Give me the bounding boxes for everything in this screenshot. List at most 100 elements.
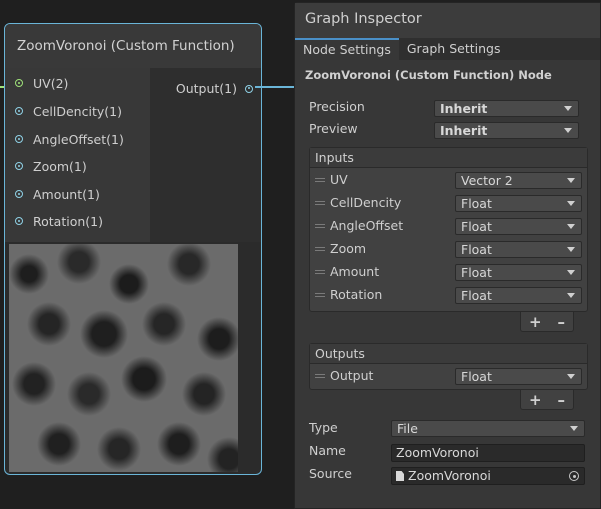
dropdown-arrow-icon [567, 201, 575, 206]
inputs-list: Inputs UV Vector 2 CellDencity Float Ang… [309, 147, 588, 312]
port-label: Amount(1) [33, 186, 100, 202]
input-port-zoom[interactable]: Zoom(1) [15, 156, 87, 176]
custom-function-node[interactable]: ZoomVoronoi (Custom Function) UV(2) Cell… [4, 23, 262, 475]
node-title[interactable]: ZoomVoronoi (Custom Function) [5, 24, 261, 69]
input-type-value: Vector 2 [461, 173, 513, 188]
input-type-value: Float [461, 288, 492, 303]
port-label: CellDencity(1) [33, 103, 122, 119]
preview-dropdown[interactable]: Inherit [434, 122, 579, 139]
input-port-angleoffset[interactable]: AngleOffset(1) [15, 129, 124, 149]
inspector-tabs: Node Settings Graph Settings [295, 38, 600, 60]
input-type-dropdown[interactable]: Vector 2 [455, 172, 582, 189]
source-value: ZoomVoronoi [408, 468, 491, 483]
object-picker-icon[interactable] [569, 471, 579, 481]
name-field[interactable]: ZoomVoronoi [391, 444, 585, 462]
add-output-button[interactable]: + [529, 391, 542, 409]
source-object-field[interactable]: ZoomVoronoi [391, 467, 585, 485]
output-type-dropdown[interactable]: Float [455, 368, 582, 385]
precision-value: Inherit [440, 101, 488, 116]
list-item-output[interactable]: Output Float [310, 365, 587, 388]
inputs-add-remove: + – [520, 312, 574, 332]
node-preview-image [9, 244, 238, 472]
drag-handle-icon[interactable] [315, 374, 325, 378]
dropdown-arrow-icon [567, 293, 575, 298]
output-wire [255, 86, 297, 88]
tab-graph-settings[interactable]: Graph Settings [399, 38, 509, 60]
port-dot-icon[interactable] [15, 79, 23, 87]
input-name: AngleOffset [330, 218, 404, 233]
source-label: Source [309, 466, 352, 481]
port-dot-icon[interactable] [15, 190, 23, 198]
input-name: Zoom [330, 241, 367, 256]
dropdown-arrow-icon [567, 270, 575, 275]
port-dot-icon[interactable] [245, 84, 253, 93]
input-name: UV [330, 172, 348, 187]
dropdown-arrow-icon [567, 374, 575, 379]
file-icon [396, 471, 404, 481]
graph-inspector-panel: Graph Inspector Node Settings Graph Sett… [294, 2, 601, 509]
port-dot-icon[interactable] [15, 135, 23, 143]
input-port-rotation[interactable]: Rotation(1) [15, 211, 103, 231]
node-ports: UV(2) CellDencity(1) AngleOffset(1) Zoom… [5, 68, 261, 242]
preview-label: Preview [309, 121, 358, 136]
dropdown-arrow-icon [567, 224, 575, 229]
tab-node-settings[interactable]: Node Settings [295, 38, 399, 60]
dropdown-arrow-icon [570, 426, 578, 431]
input-name: CellDencity [330, 195, 402, 210]
drag-handle-icon[interactable] [315, 201, 325, 205]
list-item-input-rotation[interactable]: Rotation Float [310, 284, 587, 307]
input-type-value: Float [461, 219, 492, 234]
input-type-value: Float [461, 196, 492, 211]
input-name: Rotation [330, 287, 383, 302]
port-label: UV(2) [33, 75, 69, 91]
input-type-dropdown[interactable]: Float [455, 195, 582, 212]
input-port-celldencity[interactable]: CellDencity(1) [15, 101, 122, 121]
port-dot-icon[interactable] [15, 217, 23, 225]
input-type-dropdown[interactable]: Float [455, 241, 582, 258]
inspector-title[interactable]: Graph Inspector [295, 3, 600, 39]
type-dropdown[interactable]: File [391, 420, 585, 437]
drag-handle-icon[interactable] [315, 247, 325, 251]
output-port[interactable]: Output(1) [176, 81, 253, 96]
list-item-input-angleoffset[interactable]: AngleOffset Float [310, 215, 587, 238]
remove-input-button[interactable]: – [558, 313, 566, 331]
output-name: Output [330, 368, 374, 383]
add-input-button[interactable]: + [529, 313, 542, 331]
list-item-input-zoom[interactable]: Zoom Float [310, 238, 587, 261]
port-label: Output(1) [175, 81, 237, 96]
port-label: Zoom(1) [33, 158, 87, 174]
remove-output-button[interactable]: – [558, 391, 566, 409]
port-dot-icon[interactable] [15, 107, 23, 115]
list-item-input-amount[interactable]: Amount Float [310, 261, 587, 284]
dropdown-arrow-icon [567, 247, 575, 252]
outputs-header: Outputs [310, 344, 587, 364]
precision-label: Precision [309, 99, 365, 114]
input-type-dropdown[interactable]: Float [455, 218, 582, 235]
output-type-value: Float [461, 369, 492, 384]
inputs-header: Inputs [310, 148, 587, 168]
port-label: AngleOffset(1) [33, 131, 124, 147]
port-label: Rotation(1) [33, 213, 103, 229]
precision-dropdown[interactable]: Inherit [434, 100, 579, 117]
outputs-add-remove: + – [520, 390, 574, 410]
input-type-dropdown[interactable]: Float [455, 264, 582, 281]
input-port-amount[interactable]: Amount(1) [15, 184, 100, 204]
preview-value: Inherit [440, 123, 488, 138]
type-label: Type [309, 420, 338, 435]
input-name: Amount [330, 264, 380, 279]
list-item-input-celldencity[interactable]: CellDencity Float [310, 192, 587, 215]
node-settings-heading: ZoomVoronoi (Custom Function) Node [305, 68, 552, 82]
input-type-dropdown[interactable]: Float [455, 287, 582, 304]
dropdown-arrow-icon [567, 178, 575, 183]
name-label: Name [309, 443, 346, 458]
input-port-uv[interactable]: UV(2) [15, 73, 68, 93]
port-dot-icon[interactable] [15, 162, 23, 170]
list-item-input-uv[interactable]: UV Vector 2 [310, 169, 587, 192]
drag-handle-icon[interactable] [315, 270, 325, 274]
drag-handle-icon[interactable] [315, 178, 325, 182]
drag-handle-icon[interactable] [315, 224, 325, 228]
drag-handle-icon[interactable] [315, 293, 325, 297]
node-inputs: UV(2) CellDencity(1) AngleOffset(1) Zoom… [5, 68, 150, 242]
input-type-value: Float [461, 265, 492, 280]
dropdown-arrow-icon [564, 128, 572, 133]
